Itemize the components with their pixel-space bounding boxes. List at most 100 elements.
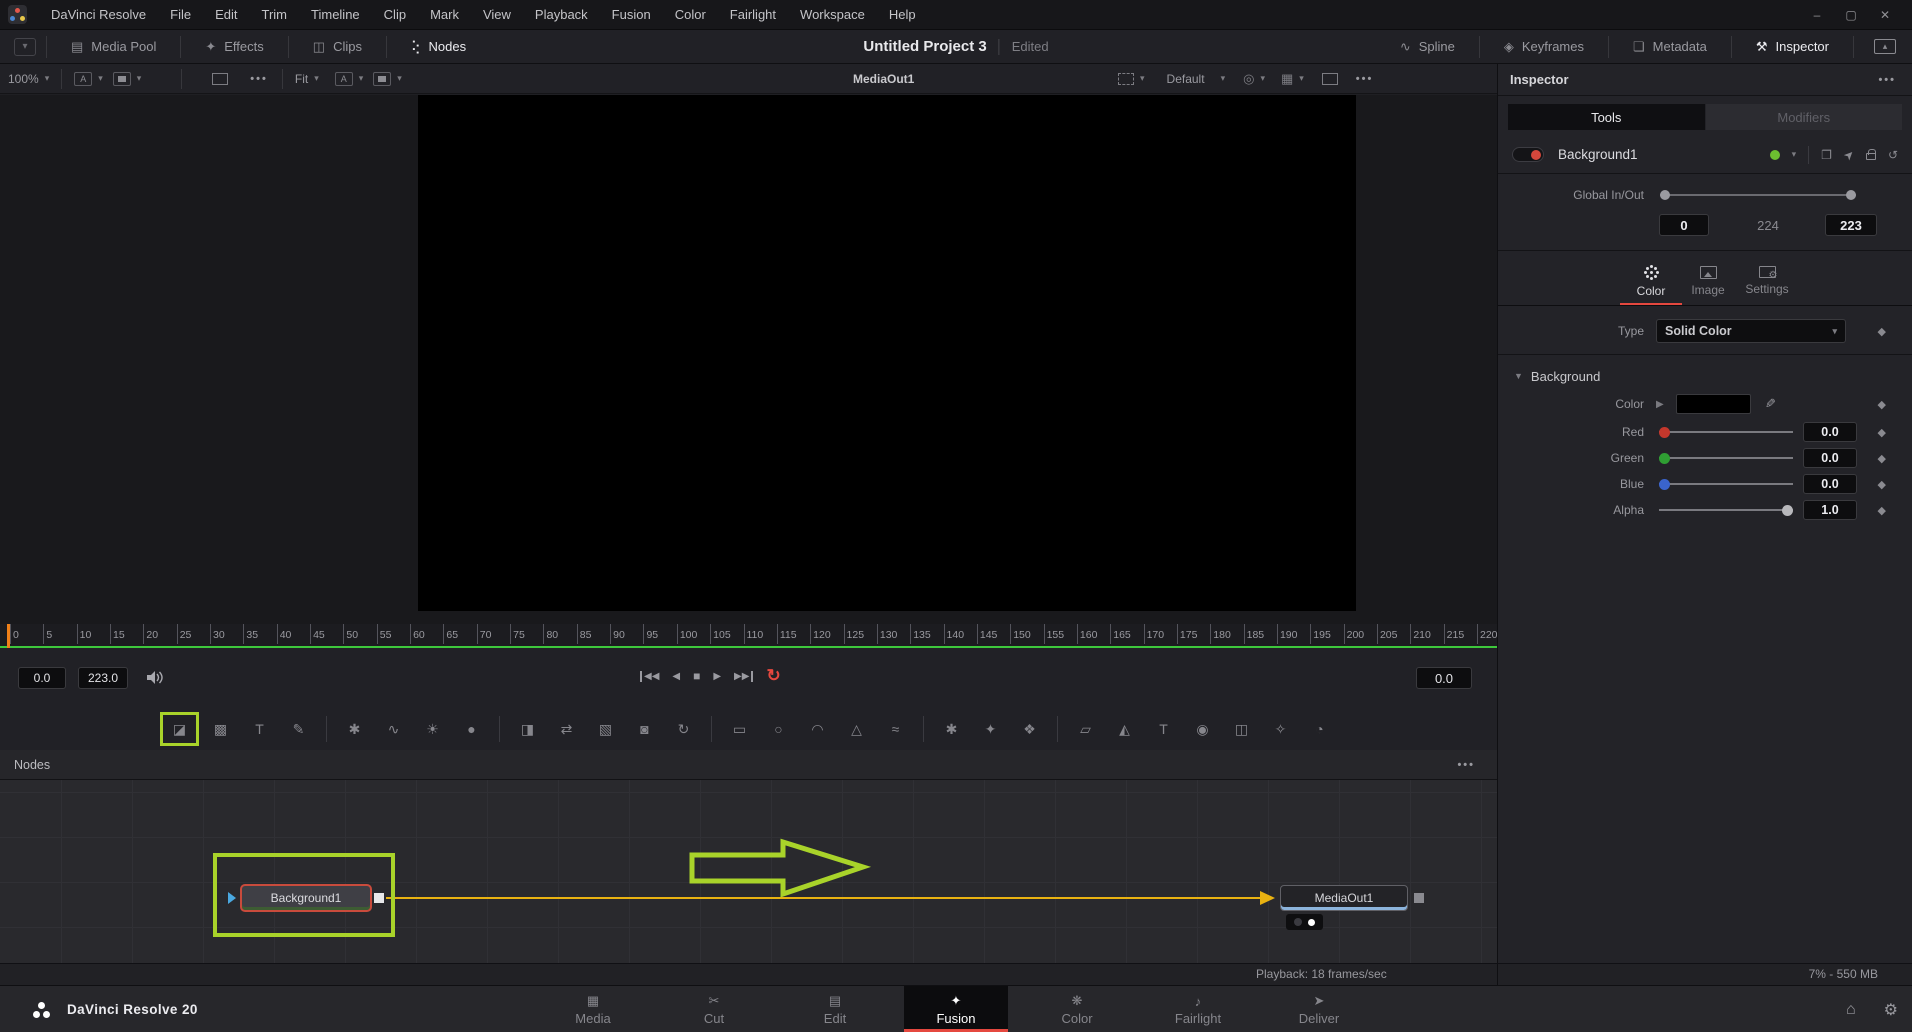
viewer-channel-a-dropdown[interactable]: A ▾ <box>74 72 103 86</box>
blue-slider-handle[interactable] <box>1659 479 1670 490</box>
node-graph[interactable]: Background1 MediaOut1 <box>0 780 1497 963</box>
viewer-right-options-menu[interactable]: ••• <box>1356 73 1374 85</box>
polygon-mask-tool[interactable]: △ <box>843 717 870 741</box>
category-tab-image[interactable]: Image <box>1682 257 1734 305</box>
global-in-out-slider[interactable] <box>1660 190 1856 200</box>
shape-3d-tool[interactable]: ◭ <box>1111 717 1138 741</box>
particle-emitter-tool[interactable]: ✱ <box>938 717 965 741</box>
effects-button[interactable]: ✦Effects <box>191 30 277 64</box>
keyframe-diamond-icon[interactable]: ◆ <box>1878 478 1886 491</box>
audio-mute-icon[interactable] <box>146 670 164 690</box>
color-controls-icon[interactable]: ◎ <box>1243 71 1254 87</box>
menu-item-view[interactable]: View <box>471 0 523 30</box>
type-dropdown[interactable]: Solid Color ▾ <box>1656 319 1846 343</box>
dual-screen-icon[interactable]: ▴ <box>1874 39 1896 54</box>
go-to-first-frame-button[interactable]: ◀◀ <box>640 671 659 682</box>
play-button[interactable]: ▶ <box>713 671 721 682</box>
category-tab-settings[interactable]: Settings <box>1734 257 1800 305</box>
image-plane-3d-tool[interactable]: ▱ <box>1072 717 1099 741</box>
keyframe-diamond-icon[interactable]: ◆ <box>1878 452 1886 465</box>
slider-handle-start[interactable] <box>1660 190 1670 200</box>
node-enable-toggle[interactable] <box>1512 147 1544 162</box>
matte-control-tool[interactable]: ▧ <box>592 717 619 741</box>
viewer-fit-dropdown[interactable]: Fit ▾ <box>295 72 319 86</box>
magic-wand-mask-tool[interactable]: ≈ <box>882 717 909 741</box>
page-tab-color[interactable]: ❋Color <box>1025 986 1129 1032</box>
green-value-field[interactable]: 0.0 <box>1803 448 1857 468</box>
expand-viewer-icon[interactable] <box>1322 73 1338 85</box>
brightness-contrast-tool[interactable]: ☀ <box>419 717 446 741</box>
alpha-value-field[interactable]: 1.0 <box>1803 500 1857 520</box>
metadata-button[interactable]: ❏Metadata <box>1619 30 1721 64</box>
menu-item-edit[interactable]: Edit <box>203 0 249 30</box>
inspector-button[interactable]: ⚒Inspector <box>1742 30 1843 64</box>
menu-item-file[interactable]: File <box>158 0 203 30</box>
blue-slider[interactable] <box>1659 478 1793 490</box>
node-color-dot[interactable] <box>1770 150 1780 160</box>
media-pool-button[interactable]: ▤Media Pool <box>57 30 170 64</box>
close-button[interactable]: ✕ <box>1872 8 1898 22</box>
viewer-buffer-dropdown[interactable]: ▾ <box>113 72 142 86</box>
viewer1-dot[interactable] <box>1294 918 1302 926</box>
background-section-header[interactable]: ▼ Background <box>1498 363 1912 389</box>
alpha-slider-handle[interactable] <box>1782 505 1793 516</box>
keyframe-diamond-icon[interactable]: ◆ <box>1878 504 1886 517</box>
home-icon[interactable]: ⌂ <box>1846 1001 1856 1019</box>
page-tab-fusion[interactable]: ✦Fusion <box>904 986 1008 1032</box>
lock-icon[interactable] <box>1866 153 1876 160</box>
maximize-button[interactable]: ▢ <box>1838 8 1864 22</box>
viewport-image[interactable] <box>418 95 1356 611</box>
expand-arrow-icon[interactable]: ▶ <box>1656 399 1664 410</box>
clips-button[interactable]: ◫Clips <box>299 30 376 64</box>
keyframe-diamond-icon[interactable]: ◆ <box>1878 398 1886 411</box>
chevron-down-icon[interactable]: ▾ <box>1792 149 1797 160</box>
category-tab-color[interactable]: Color <box>1620 257 1682 305</box>
particle-render-tool[interactable]: ❖ <box>1016 717 1043 741</box>
viewer2-dot[interactable] <box>1308 919 1315 926</box>
spline-button[interactable]: ∿Spline <box>1386 30 1469 64</box>
tab-modifiers[interactable]: Modifiers <box>1706 104 1903 130</box>
color-corrector-tool[interactable]: ✱ <box>341 717 368 741</box>
delta-keyer-tool[interactable]: ◙ <box>631 717 658 741</box>
global-end-field[interactable]: 223 <box>1825 214 1877 236</box>
red-slider-handle[interactable] <box>1659 427 1670 438</box>
current-frame-field[interactable]: 0.0 <box>1416 667 1472 689</box>
blur-tool[interactable]: ● <box>458 717 485 741</box>
ellipse-mask-tool[interactable]: ○ <box>765 717 792 741</box>
keyframes-button[interactable]: ◈Keyframes <box>1490 30 1598 64</box>
nodes-options-menu[interactable]: ••• <box>1457 759 1497 771</box>
keyframe-diamond-icon[interactable]: ◆ <box>1878 426 1886 439</box>
tab-tools[interactable]: Tools <box>1508 104 1705 130</box>
background1-input-port[interactable] <box>228 892 236 904</box>
keyframe-diamond-icon[interactable]: ◆ <box>1878 325 1886 338</box>
playhead[interactable] <box>7 624 10 648</box>
menu-item-workspace[interactable]: Workspace <box>788 0 877 30</box>
eyedropper-icon[interactable]: ✎ <box>1765 396 1776 412</box>
page-tab-deliver[interactable]: ➤Deliver <box>1267 986 1371 1032</box>
menu-item-clip[interactable]: Clip <box>372 0 418 30</box>
text-3d-tool[interactable]: T <box>1150 717 1177 741</box>
bspline-mask-tool[interactable]: ◠ <box>804 717 831 741</box>
page-tab-media[interactable]: ▦Media <box>541 986 645 1032</box>
viewer-buffer2-dropdown[interactable]: ▾ <box>373 72 402 86</box>
blue-value-field[interactable]: 0.0 <box>1803 474 1857 494</box>
menu-item-fusion[interactable]: Fusion <box>600 0 663 30</box>
background1-output-port[interactable] <box>374 893 384 903</box>
menu-item-trim[interactable]: Trim <box>250 0 300 30</box>
menu-item-timeline[interactable]: Timeline <box>299 0 372 30</box>
color-curves-tool[interactable]: ∿ <box>380 717 407 741</box>
split-wipe-icon[interactable] <box>1118 73 1134 85</box>
green-slider-handle[interactable] <box>1659 453 1670 464</box>
menu-item-help[interactable]: Help <box>877 0 928 30</box>
timeline-ruler[interactable]: 0510152025303540455055606570758085909510… <box>0 624 1497 648</box>
viewer-assign-dots[interactable] <box>1286 914 1323 930</box>
camera-3d-tool[interactable]: ◫ <box>1228 717 1255 741</box>
merge-3d-tool[interactable]: ◉ <box>1189 717 1216 741</box>
versions-icon[interactable]: ❐ <box>1821 148 1832 162</box>
checker-underlay-icon[interactable]: ▦ <box>1281 71 1293 87</box>
page-tab-fairlight[interactable]: ♪Fairlight <box>1146 986 1250 1032</box>
slider-handle-end[interactable] <box>1846 190 1856 200</box>
menu-item-mark[interactable]: Mark <box>418 0 471 30</box>
go-to-last-frame-button[interactable]: ▶▶ <box>734 671 753 682</box>
background-tool-highlighted[interactable]: ◪ <box>160 712 199 746</box>
